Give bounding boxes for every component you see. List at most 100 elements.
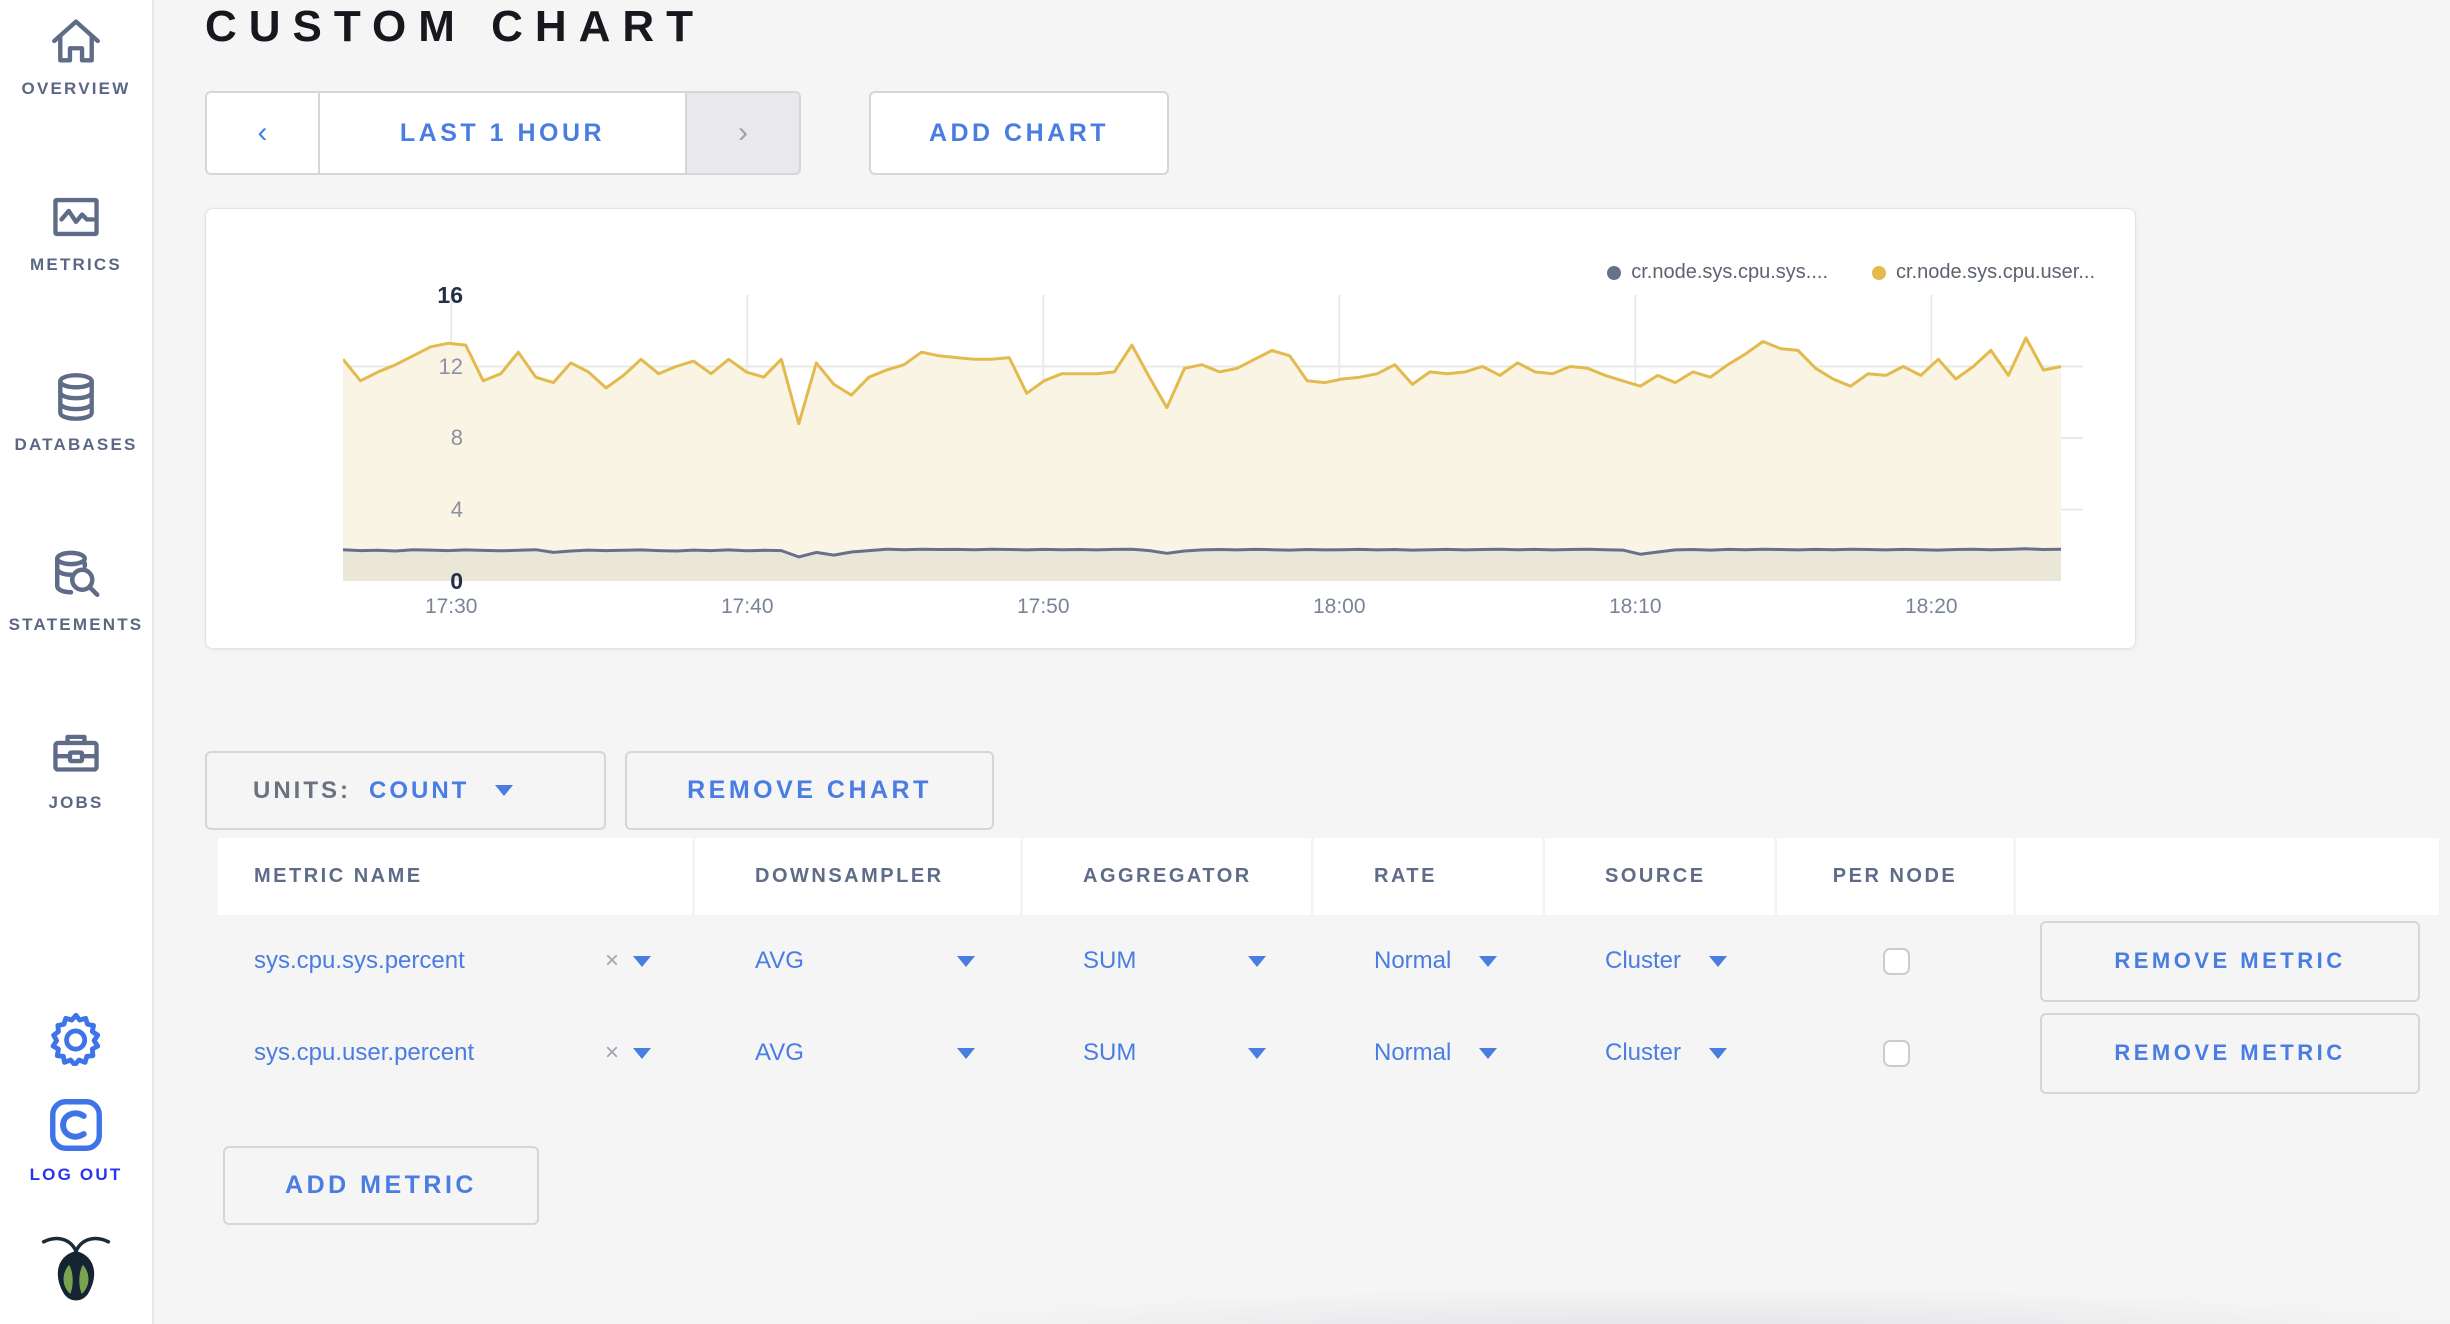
clear-metric-icon[interactable]: ×: [605, 947, 619, 975]
col-header-rate: RATE: [1314, 838, 1545, 915]
database-icon: [58, 373, 94, 421]
downsampler-select[interactable]: AVG: [755, 947, 1023, 975]
home-icon: [52, 19, 100, 63]
x-axis-tick-label: 18:20: [1905, 595, 1958, 618]
y-axis-tick-label: 8: [450, 425, 463, 450]
per-node-cell: [1777, 915, 2016, 1007]
aggregator-select[interactable]: SUM: [1083, 947, 1314, 975]
sidebar-item-jobs[interactable]: JOBS: [0, 726, 152, 813]
chevron-down-icon: [957, 955, 975, 967]
source-value: Cluster: [1605, 1039, 1682, 1066]
y-axis-tick-label: 12: [438, 353, 463, 379]
sidebar-item-label: JOBS: [48, 793, 104, 812]
sidebar-item-overview[interactable]: OVERVIEW: [0, 12, 152, 99]
remove-metric-button[interactable]: REMOVE METRIC: [2040, 920, 2420, 1002]
remove-chart-button[interactable]: REMOVE CHART: [625, 751, 994, 830]
metrics-icon: [53, 197, 99, 237]
add-metric-label: ADD METRIC: [285, 1171, 477, 1199]
rate-cell: Normal: [1314, 915, 1545, 1007]
aggregator-select[interactable]: SUM: [1083, 1039, 1314, 1067]
add-metric-button[interactable]: ADD METRIC: [223, 1146, 539, 1225]
source-select[interactable]: Cluster: [1605, 947, 1777, 975]
sidebar-item-settings[interactable]: [0, 1008, 152, 1066]
chart-svg: [341, 295, 2083, 581]
metric-name-value: sys.cpu.user.percent: [254, 1039, 475, 1066]
add-chart-button[interactable]: ADD CHART: [869, 91, 1169, 175]
per-node-checkbox[interactable]: [1883, 947, 1910, 975]
aggregator-value: SUM: [1083, 947, 1137, 974]
x-axis-tick-label: 18:10: [1608, 595, 1662, 618]
chevron-down-icon: [1479, 955, 1498, 967]
sidebar-item-label: METRICS: [30, 255, 122, 274]
rate-select[interactable]: Normal: [1374, 947, 1545, 975]
time-range-selector: ‹ LAST 1 HOUR ›: [205, 91, 801, 175]
downsampler-value: AVG: [755, 947, 804, 974]
legend-item[interactable]: cr.node.sys.cpu.sys....: [1607, 261, 1828, 284]
downsampler-select[interactable]: AVG: [755, 1039, 1023, 1067]
sidebar-item-metrics[interactable]: METRICS: [0, 188, 152, 275]
custom-chart-page: OVERVIEW METRICS DATABASES STATEMENTS JO…: [0, 0, 2450, 1324]
sidebar-item-label: OVERVIEW: [21, 79, 131, 98]
rate-select[interactable]: Normal: [1374, 1039, 1545, 1067]
x-axis-tick-label: 17:50: [1016, 595, 1070, 618]
sidebar-item-statements[interactable]: STATEMENTS: [0, 546, 152, 635]
time-prev-button[interactable]: ‹: [207, 93, 320, 173]
downsampler-cell: AVG: [695, 915, 1023, 1007]
metric-name-select[interactable]: sys.cpu.sys.percent ×: [254, 947, 695, 975]
chevron-down-icon: [957, 1047, 975, 1059]
metric-name-select[interactable]: sys.cpu.user.percent ×: [254, 1039, 695, 1067]
source-cell: Cluster: [1545, 915, 1777, 1007]
chevron-down-icon: [1479, 1047, 1498, 1059]
source-value: Cluster: [1605, 947, 1682, 974]
source-cell: Cluster: [1545, 1007, 1777, 1099]
line-chart-plot: 0 4 8 12 16 17:30 17:40 17:50 18:00 18:10 18:20: [341, 282, 2083, 618]
add-chart-label: ADD CHART: [928, 118, 1110, 147]
rate-value: Normal: [1374, 1039, 1452, 1066]
cockroach-bug-icon: [41, 1236, 111, 1301]
chevron-left-icon: ‹: [257, 116, 268, 149]
per-node-checkbox[interactable]: [1883, 1039, 1910, 1067]
remove-metric-label: REMOVE METRIC: [2114, 1040, 2346, 1065]
chevron-down-icon: [495, 785, 514, 796]
aggregator-cell: SUM: [1023, 1007, 1314, 1099]
col-header-metric-name: METRIC NAME: [218, 838, 695, 915]
col-header-downsampler: DOWNSAMPLER: [695, 838, 1023, 915]
source-select[interactable]: Cluster: [1605, 1039, 1777, 1067]
units-label: UNITS:: [253, 776, 351, 804]
units-value: COUNT: [369, 776, 470, 804]
x-axis-tick-label: 17:30: [424, 595, 478, 618]
metric-name-cell: sys.cpu.user.percent ×: [218, 1007, 695, 1099]
table-header-row: METRIC NAME DOWNSAMPLER AGGREGATOR RATE …: [218, 838, 2440, 915]
units-dropdown[interactable]: UNITS: COUNT: [205, 751, 606, 830]
statements-icon: [55, 550, 100, 597]
legend-item[interactable]: cr.node.sys.cpu.user...: [1872, 261, 2095, 284]
metric-name-cell: sys.cpu.sys.percent ×: [218, 915, 695, 1007]
chevron-down-icon: [1248, 1047, 1266, 1059]
chart-legend: cr.node.sys.cpu.sys.... cr.node.sys.cpu.…: [1607, 261, 2095, 284]
downsampler-cell: AVG: [695, 1007, 1023, 1099]
y-axis-tick-label: 4: [450, 496, 463, 522]
col-header-actions: [2016, 838, 2439, 915]
downsampler-value: AVG: [755, 1039, 804, 1066]
col-header-per-node: PER NODE: [1777, 838, 2016, 915]
sidebar-brand-logo[interactable]: [0, 1232, 152, 1314]
sidebar-item-databases[interactable]: DATABASES: [0, 368, 152, 455]
legend-dot-icon: [1607, 265, 1622, 280]
sidebar-item-logout[interactable]: LOG OUT: [0, 1094, 152, 1185]
briefcase-icon: [53, 734, 99, 772]
gear-icon: [50, 1012, 101, 1066]
chevron-down-icon: [1709, 1047, 1728, 1059]
col-header-aggregator: AGGREGATOR: [1023, 838, 1314, 915]
chart-panel: cr.node.sys.cpu.sys.... cr.node.sys.cpu.…: [205, 208, 2136, 649]
metric-name-value: sys.cpu.sys.percent: [254, 947, 465, 974]
clear-metric-icon[interactable]: ×: [605, 1039, 619, 1067]
remove-metric-button[interactable]: REMOVE METRIC: [2040, 1012, 2420, 1094]
aggregator-value: SUM: [1083, 1039, 1137, 1066]
per-node-cell: [1777, 1007, 2016, 1099]
chevron-down-icon: [1709, 955, 1728, 967]
legend-label: cr.node.sys.cpu.user...: [1896, 261, 2095, 283]
time-next-button[interactable]: ›: [685, 93, 799, 173]
time-range-dropdown[interactable]: LAST 1 HOUR: [320, 93, 685, 173]
actions-cell: REMOVE METRIC: [2016, 915, 2439, 1007]
y-axis-tick-label: 0: [450, 568, 463, 594]
